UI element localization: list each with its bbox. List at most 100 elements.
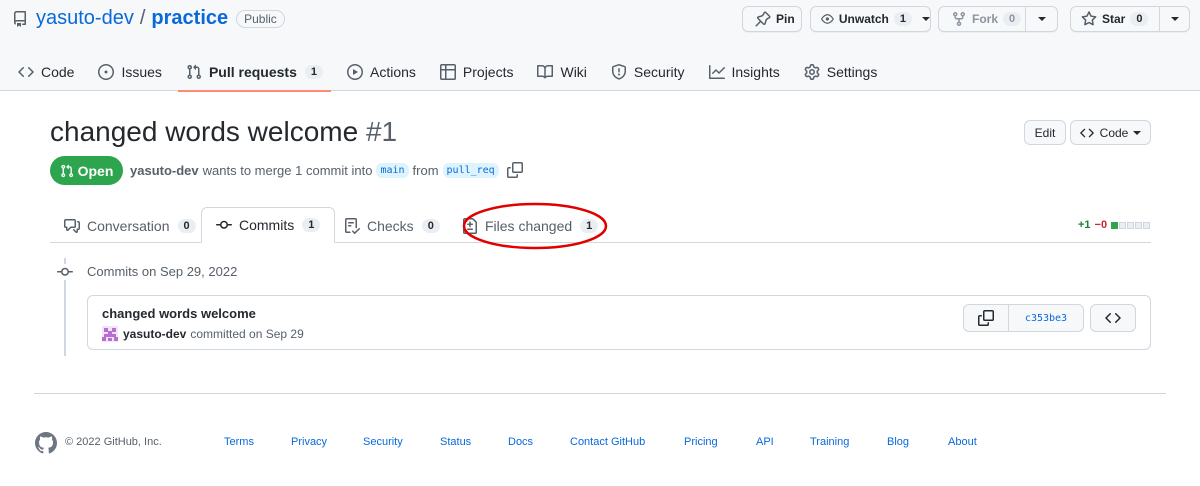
copy-sha-button[interactable] — [963, 304, 1008, 332]
edit-button[interactable]: Edit — [1024, 120, 1066, 145]
fork-dropdown-button[interactable] — [1025, 6, 1058, 32]
footer-link-blog[interactable]: Blog — [887, 436, 909, 448]
browse-repo-button[interactable] — [1090, 304, 1136, 332]
tab-checks[interactable]: Checks 0 — [330, 208, 454, 243]
avatar[interactable] — [102, 326, 118, 342]
issue-icon — [98, 64, 115, 80]
star-label: Star — [1102, 12, 1126, 26]
footer-link-contact[interactable]: Contact GitHub — [570, 436, 645, 448]
footer-link-security[interactable]: Security — [363, 436, 403, 448]
tab-commits[interactable]: Commits 1 — [201, 207, 336, 243]
nav-label: Security — [633, 64, 685, 80]
commits-date-header: Commits on Sep 29, 2022 — [87, 264, 238, 279]
base-branch[interactable]: main — [376, 162, 409, 178]
footer-link-pricing[interactable]: Pricing — [684, 436, 718, 448]
code-button-label: Code — [1099, 125, 1129, 140]
gear-icon — [804, 64, 820, 80]
chevron-down-icon — [1133, 130, 1142, 135]
nav-label: Actions — [369, 64, 416, 80]
nav-label: Insights — [731, 64, 780, 80]
repo-name-link[interactable]: practice — [151, 7, 228, 30]
fork-count: 0 — [1003, 12, 1022, 26]
diffstat: +1 −0 — [1078, 219, 1151, 231]
diffstat-block — [1119, 221, 1127, 229]
star-dropdown-button[interactable] — [1159, 6, 1190, 32]
pull-requests-count: 1 — [304, 65, 323, 79]
pr-author-link[interactable]: yasuto-dev — [130, 163, 199, 178]
star-count: 0 — [1130, 12, 1149, 26]
diffstat-block — [1135, 221, 1143, 229]
nav-item-actions[interactable]: Actions — [339, 53, 424, 91]
watch-button[interactable]: Unwatch 1 — [810, 6, 931, 32]
commit-date-text: committed on Sep 29 — [190, 327, 304, 341]
nav-item-code[interactable]: Code — [10, 53, 82, 91]
star-icon — [1081, 11, 1097, 26]
code-dropdown-button[interactable]: Code — [1070, 120, 1151, 145]
book-icon — [537, 64, 554, 79]
pin-button[interactable]: Pin — [742, 6, 802, 32]
eye-icon — [821, 14, 834, 24]
repo-header: yasuto-dev / practice Public Pin Unwatch… — [0, 0, 1200, 92]
nav-item-wiki[interactable]: Wiki — [529, 53, 594, 91]
tab-label: Checks — [367, 217, 414, 234]
nav-item-settings[interactable]: Settings — [796, 53, 886, 91]
footer-link-status[interactable]: Status — [440, 436, 471, 448]
watch-count: 1 — [893, 12, 912, 26]
pr-state-badge: Open — [50, 156, 123, 185]
tab-label: Commits — [239, 217, 295, 233]
pr-state-label: Open — [77, 162, 114, 179]
footer-link-privacy[interactable]: Privacy — [291, 436, 327, 448]
code-icon — [1079, 128, 1094, 137]
git-commit-icon — [57, 264, 73, 280]
tab-count: 0 — [421, 218, 440, 233]
tab-count: 0 — [177, 218, 196, 233]
graph-icon — [708, 65, 725, 79]
diffstat-additions: +1 — [1078, 219, 1091, 231]
head-branch[interactable]: pull_req — [442, 162, 499, 178]
chevron-down-icon — [1170, 17, 1179, 21]
pr-title-text: changed words welcome — [50, 116, 359, 147]
footer-link-api[interactable]: API — [756, 436, 774, 448]
footer-link-about[interactable]: About — [948, 436, 977, 448]
tab-files-changed[interactable]: Files changed 1 — [448, 208, 612, 243]
commit-author-link[interactable]: yasuto-dev — [123, 327, 186, 341]
nav-item-issues[interactable]: Issues — [90, 53, 169, 91]
pr-meta: yasuto-dev wants to merge 1 commit into … — [130, 162, 523, 178]
visibility-badge: Public — [236, 9, 285, 28]
chevron-down-icon — [922, 17, 930, 21]
pr-from-text: from — [412, 162, 439, 178]
tab-conversation[interactable]: Conversation 0 — [50, 208, 210, 243]
commit-sha-link[interactable]: c353be3 — [1008, 304, 1084, 332]
footer-link-terms[interactable]: Terms — [224, 436, 254, 448]
diffstat-block — [1143, 221, 1151, 229]
repo-title: yasuto-dev / practice Public — [12, 7, 285, 30]
copy-icon[interactable] — [506, 162, 523, 178]
repo-owner-link[interactable]: yasuto-dev — [36, 7, 134, 30]
nav-label: Issues — [121, 64, 162, 80]
commit-message-link[interactable]: changed words welcome — [102, 306, 256, 321]
commit-row: changed words welcome yasuto-dev committ… — [87, 295, 1151, 350]
footer-link-docs[interactable]: Docs — [508, 436, 533, 448]
watch-label: Unwatch — [838, 12, 889, 26]
code-icon — [1105, 312, 1121, 324]
fork-button[interactable]: Fork 0 — [938, 6, 1026, 32]
nav-item-pull-requests[interactable]: Pull requests 1 — [177, 53, 332, 92]
nav-label: Settings — [826, 64, 878, 80]
tab-label: Conversation — [87, 217, 170, 234]
footer-divider — [34, 393, 1166, 394]
fork-icon — [953, 12, 965, 27]
nav-item-security[interactable]: Security — [603, 53, 693, 91]
fork-label: Fork — [972, 12, 999, 26]
star-button[interactable]: Star 0 — [1070, 6, 1160, 32]
copy-icon — [978, 310, 994, 326]
nav-item-insights[interactable]: Insights — [701, 53, 788, 91]
nav-label: Code — [41, 64, 75, 80]
checklist-icon — [345, 217, 360, 234]
table-icon — [439, 64, 456, 80]
footer-link-training[interactable]: Training — [810, 436, 849, 448]
commit-author-line: yasuto-dev committed on Sep 29 — [102, 326, 304, 342]
repo-separator: / — [139, 7, 146, 29]
nav-item-projects[interactable]: Projects — [432, 53, 522, 91]
nav-label: Pull requests — [208, 64, 297, 80]
github-logo-icon[interactable] — [35, 432, 57, 454]
